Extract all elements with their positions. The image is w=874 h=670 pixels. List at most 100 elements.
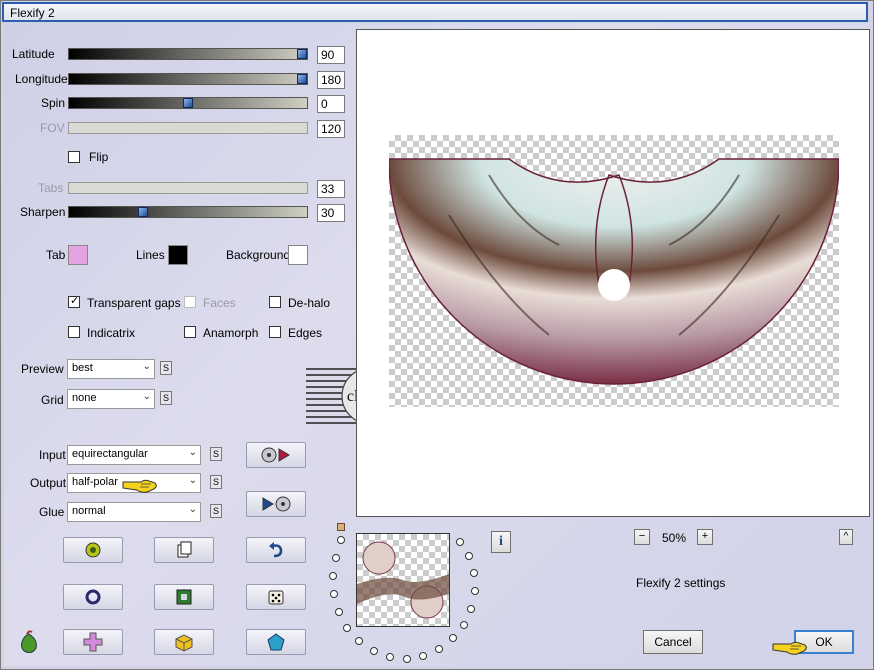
chevron-down-icon: ⌄	[188, 504, 197, 515]
dice-icon	[268, 590, 284, 605]
thumbnail-image	[357, 541, 449, 619]
dial-dot[interactable]	[467, 605, 475, 613]
indicatrix-checkbox[interactable]	[68, 326, 80, 338]
anamorph-label: Anamorph	[203, 326, 259, 340]
latitude-slider-thumb[interactable]	[297, 49, 307, 59]
cancel-button[interactable]: Cancel	[643, 630, 703, 654]
glue-label: Glue	[39, 505, 65, 519]
lines-color-label: Lines	[136, 248, 165, 262]
lines-color-swatch[interactable]	[168, 245, 188, 265]
flaming-pear-logo-icon[interactable]	[16, 630, 42, 659]
disc-play-icon	[261, 447, 290, 463]
info-button[interactable]: i	[491, 531, 511, 553]
play-disc-button[interactable]	[246, 491, 306, 517]
chevron-down-icon: ⌄	[188, 475, 197, 486]
zoom-in-button[interactable]: +	[697, 529, 713, 545]
spin-slider[interactable]	[68, 97, 308, 109]
flip-label: Flip	[89, 150, 109, 164]
latitude-slider[interactable]	[68, 48, 308, 60]
preview-s-button[interactable]: S	[160, 361, 172, 375]
disc-play-button[interactable]	[246, 442, 306, 468]
tabs-label: Tabs	[38, 181, 64, 195]
sharpen-value[interactable]: 30	[317, 204, 345, 222]
dial-dot[interactable]	[355, 637, 363, 645]
dial-dot[interactable]	[332, 554, 340, 562]
yellow-cube-icon	[175, 634, 193, 652]
dial-dot[interactable]	[329, 572, 337, 580]
spin-label: Spin	[41, 96, 66, 110]
de-halo-checkbox[interactable]	[269, 296, 281, 308]
input-select[interactable]: equirectangular ⌄	[67, 445, 201, 465]
glue-select[interactable]: normal ⌄	[67, 502, 201, 522]
dial-handle[interactable]	[337, 523, 345, 531]
transparent-gaps-label: Transparent gaps	[87, 296, 181, 310]
dial-dot[interactable]	[449, 634, 457, 642]
pentagon-button[interactable]	[246, 629, 306, 655]
faces-checkbox	[184, 296, 196, 308]
pointing-hand-icon	[771, 637, 809, 660]
undo-arrow-icon	[269, 542, 283, 558]
tabs-slider	[68, 182, 308, 194]
fov-label: FOV	[40, 121, 65, 135]
de-halo-label: De-halo	[288, 296, 331, 310]
dial-dot[interactable]	[335, 608, 343, 616]
grid-label: Grid	[41, 393, 64, 407]
tab-color-swatch[interactable]	[68, 245, 88, 265]
output-s-button[interactable]: S	[210, 475, 222, 489]
input-select-value: equirectangular	[72, 448, 148, 460]
longitude-slider-thumb[interactable]	[297, 74, 307, 84]
anamorph-checkbox[interactable]	[184, 326, 196, 338]
glue-s-button[interactable]: S	[210, 504, 222, 518]
edges-checkbox[interactable]	[269, 326, 281, 338]
tabs-value: 33	[317, 180, 345, 198]
window-title: Flexify 2	[10, 6, 55, 20]
sharpen-label: Sharpen	[20, 205, 66, 219]
random-fill-button[interactable]	[63, 537, 123, 563]
longitude-value[interactable]: 180	[317, 71, 345, 89]
title-bar: Flexify 2	[2, 2, 868, 22]
dial-dot[interactable]	[471, 587, 479, 595]
dial-dot[interactable]	[460, 621, 468, 629]
copy-button[interactable]	[154, 537, 214, 563]
zoom-out-button[interactable]: −	[634, 529, 650, 545]
dial-dot[interactable]	[337, 536, 345, 544]
dial-dot[interactable]	[435, 645, 443, 653]
copy-pages-icon	[177, 541, 192, 558]
transparent-gaps-checkbox[interactable]: ✓	[68, 294, 80, 308]
dial-dot[interactable]	[403, 655, 411, 663]
dice-button[interactable]	[246, 584, 306, 610]
output-label: Output	[30, 476, 67, 490]
flexify-dialog: Flexify 2 Latitude 90 Longitude 180 Spin…	[0, 0, 874, 670]
sharpen-slider[interactable]	[68, 206, 308, 218]
latitude-value[interactable]: 90	[317, 46, 345, 64]
dial-dot[interactable]	[465, 552, 473, 560]
preview-canvas[interactable]	[356, 29, 870, 517]
collapse-button[interactable]: ^	[839, 529, 853, 545]
sharpen-slider-thumb[interactable]	[138, 207, 148, 217]
dial-dot[interactable]	[370, 647, 378, 655]
flip-checkbox[interactable]	[68, 151, 80, 163]
frame-button[interactable]	[154, 584, 214, 610]
longitude-label: Longitude	[15, 72, 68, 86]
dial-dot[interactable]	[343, 624, 351, 632]
input-s-button[interactable]: S	[210, 447, 222, 461]
spin-slider-thumb[interactable]	[183, 98, 193, 108]
dial-dot[interactable]	[470, 569, 478, 577]
cross-button[interactable]	[63, 629, 123, 655]
dial-dot[interactable]	[330, 590, 338, 598]
grid-s-button[interactable]: S	[160, 391, 172, 405]
dial-dot[interactable]	[386, 653, 394, 661]
undo-button[interactable]	[246, 537, 306, 563]
cube-button[interactable]	[154, 629, 214, 655]
ring-button[interactable]	[63, 584, 123, 610]
preview-select[interactable]: best ⌄	[67, 359, 155, 379]
tab-color-label: Tab	[46, 248, 66, 262]
fov-slider	[68, 122, 308, 134]
dial-dot[interactable]	[456, 538, 464, 546]
thumbnail-preview[interactable]	[356, 533, 450, 627]
background-color-swatch[interactable]	[288, 245, 308, 265]
longitude-slider[interactable]	[68, 73, 308, 85]
grid-select[interactable]: none ⌄	[67, 389, 155, 409]
dial-dot[interactable]	[419, 652, 427, 660]
spin-value[interactable]: 0	[317, 95, 345, 113]
